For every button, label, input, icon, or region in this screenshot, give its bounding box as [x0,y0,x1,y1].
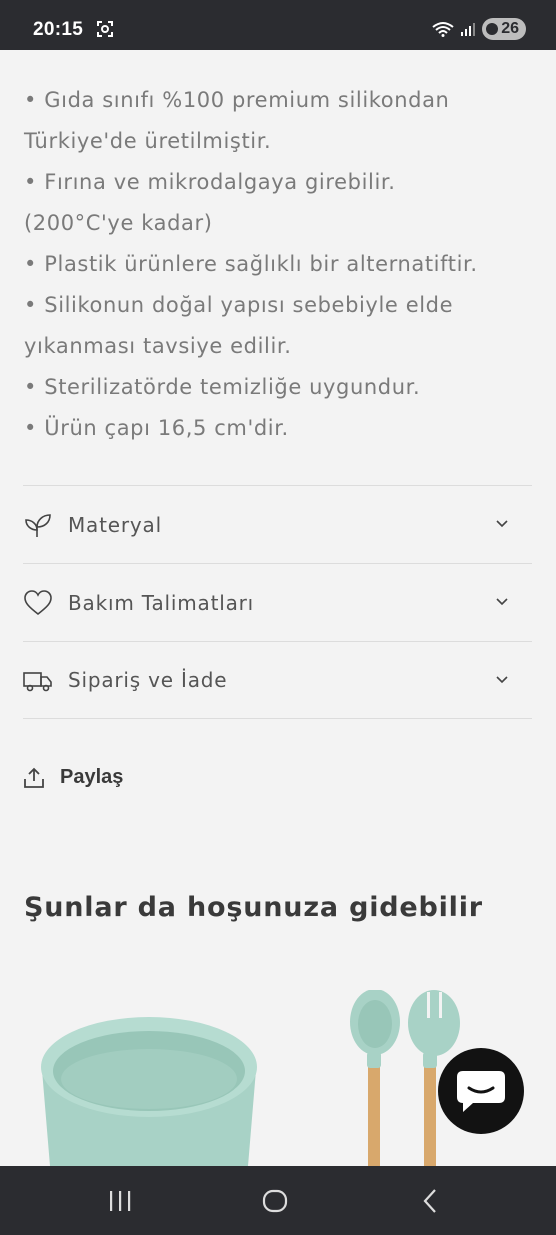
product-description: • Gıda sınıfı %100 premium silikondan Tü… [24,80,539,449]
system-nav-bar [0,1166,556,1235]
signal-icon [461,23,476,36]
status-time: 20:15 [33,19,84,40]
share-icon [24,767,44,788]
leaf-icon [23,510,53,540]
description-line: • Sterilizatörde temizliğe uygundur. [24,375,421,399]
wifi-icon [432,22,454,37]
description-line: yıkanması tavsiye edilir. [24,334,292,358]
accordion-label: Materyal [68,512,162,537]
description-line: • Plastik ürünlere sağlıklı bir alternat… [24,252,478,276]
chat-icon [457,1071,505,1112]
truck-icon [23,665,53,695]
chevron-down-icon [496,676,508,684]
chat-button[interactable] [438,1048,524,1134]
home-button[interactable] [235,1166,315,1235]
home-icon [262,1189,288,1212]
accordion-label: Sipariş ve İade [68,668,228,692]
chevron-down-icon [496,598,508,606]
description-line: • Ürün çapı 16,5 cm'dir. [24,416,289,440]
description-line: Türkiye'de üretilmiştir. [24,129,272,153]
description-line: (200°C'ye kadar) [24,211,213,235]
battery-icon: 26 [482,18,526,40]
status-bar: 20:15 26 [0,0,556,50]
description-line: • Fırına ve mikrodalgaya girebilir. [24,170,396,194]
accordion-materyal[interactable]: Materyal [23,485,532,563]
accordion-siparis-ve-iade[interactable]: Sipariş ve İade [23,641,532,719]
back-icon [423,1188,436,1213]
recent-apps-button[interactable] [80,1166,160,1235]
description-line: • Silikonun doğal yapısı sebebiyle elde [24,293,454,317]
share-button[interactable]: Paylaş [23,766,123,789]
accordion-bakim-talimatlari[interactable]: Bakım Talimatları [23,563,532,641]
accordion-label: Bakım Talimatları [68,590,255,615]
description-line: • Gıda sınıfı %100 premium silikondan [24,88,450,112]
battery-level: 26 [501,20,519,37]
chevron-down-icon [496,520,508,528]
recommendations-title: Şunlar da hoşunuza gidebilir [24,892,483,923]
share-label: Paylaş [60,766,124,788]
recent-apps-icon [110,1190,131,1211]
screenshot-icon [97,21,113,37]
product-image-bowl[interactable] [38,1015,260,1166]
back-button[interactable] [391,1166,471,1235]
status-icons: 26 [432,18,526,40]
heart-icon [23,588,53,618]
